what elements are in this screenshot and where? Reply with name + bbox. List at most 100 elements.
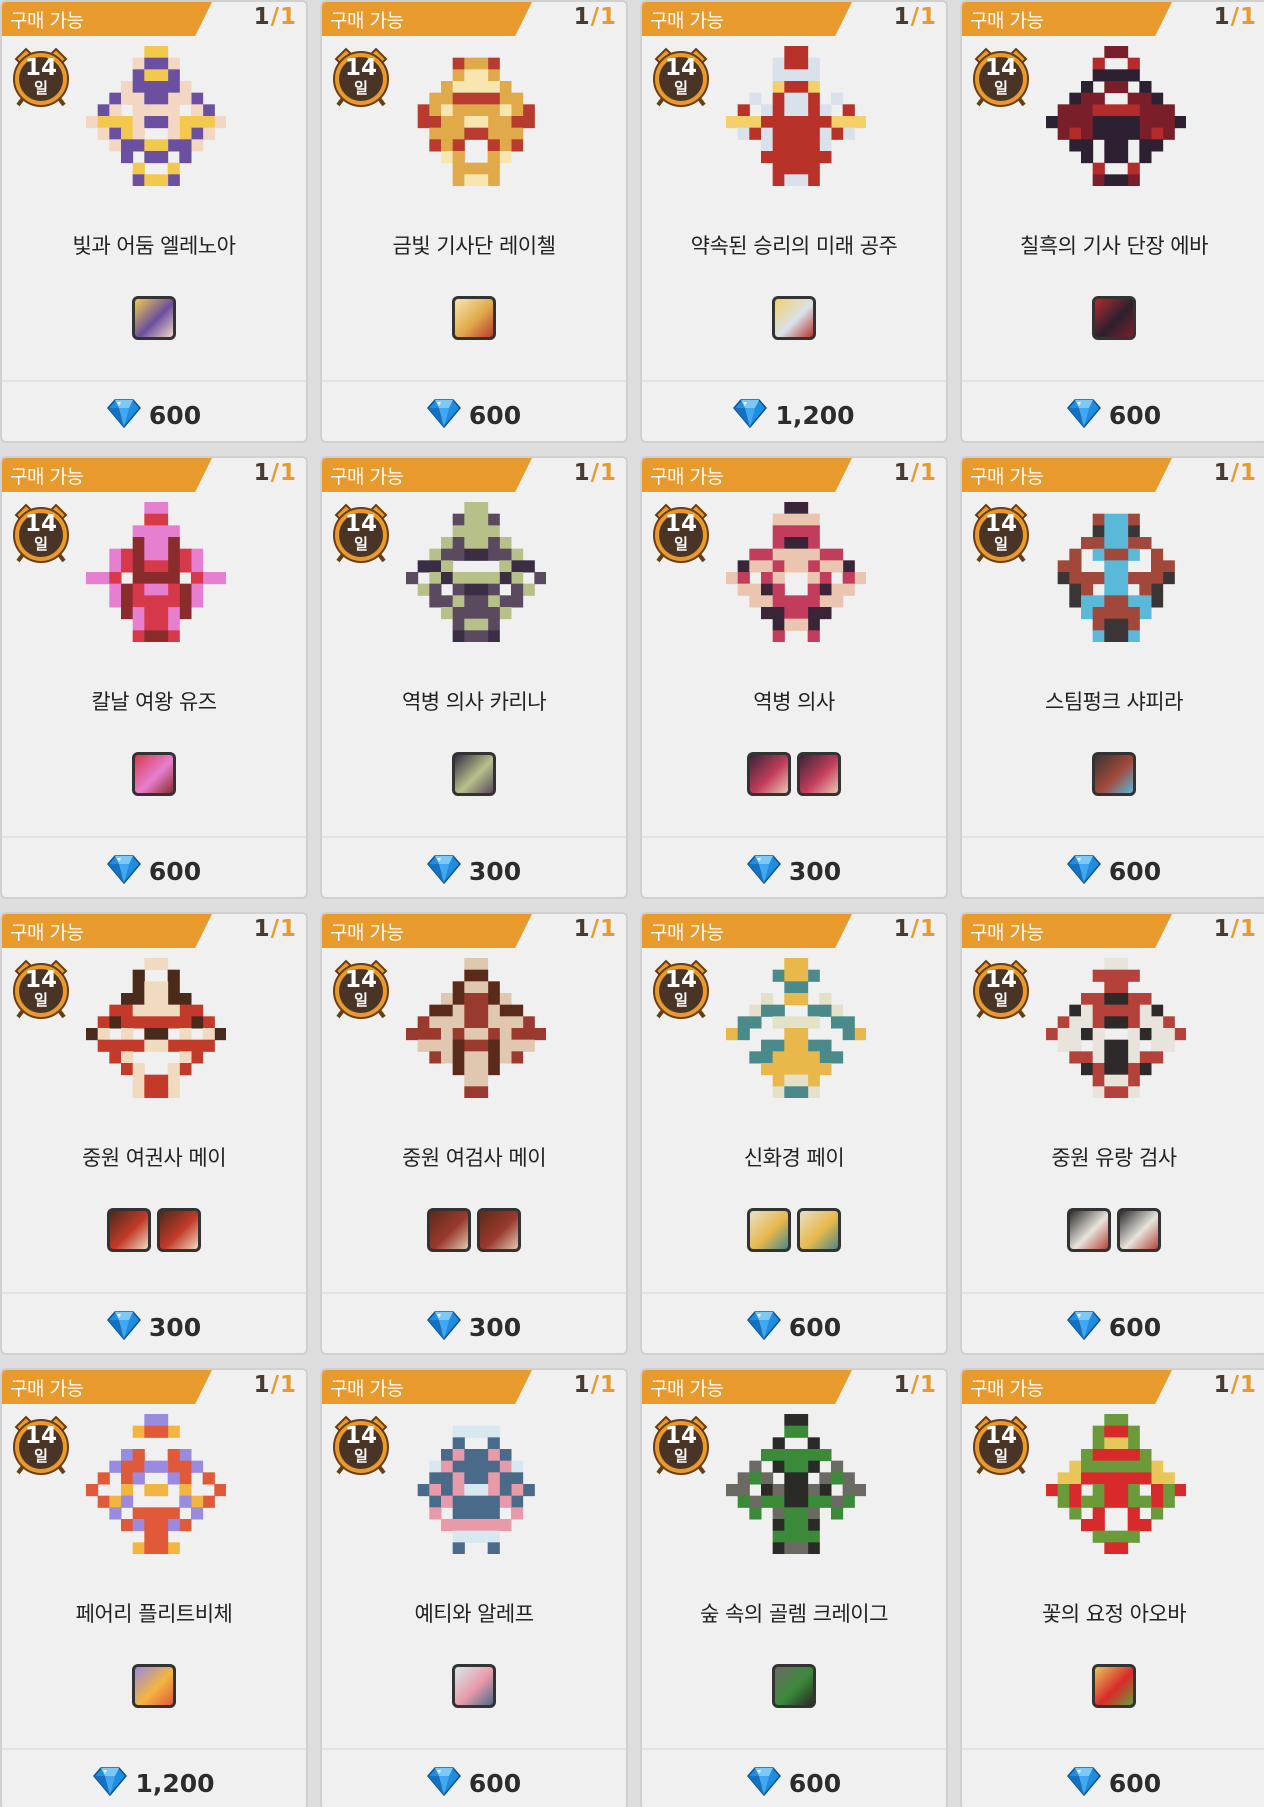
- stock-counter: 1/1: [254, 4, 296, 30]
- divider: [642, 836, 946, 838]
- item-name: 중원 여권사 메이: [81, 1146, 227, 1170]
- hero-thumbnail-icon[interactable]: [1092, 296, 1136, 340]
- character-portrait: [86, 502, 227, 643]
- shop-item-card-2[interactable]: 구매 가능 1/1 14 일 금빛 기사단 레이첼 600: [320, 0, 628, 443]
- hero-thumbnail-icon[interactable]: [132, 1664, 176, 1708]
- divider: [642, 1748, 946, 1750]
- hero-thumbnail-icon[interactable]: [797, 752, 841, 796]
- shop-item-card-9[interactable]: 구매 가능 1/1 14 일 중원 여권사 메이 300: [0, 912, 308, 1355]
- shop-item-card-16[interactable]: 구매 가능 1/1 14 일 꽃의 요정 아오바 600: [960, 1368, 1264, 1807]
- duration-unit: 일: [34, 991, 48, 1009]
- shop-grid: 구매 가능 1/1 14 일 빛과 어둠 엘레노아 600 구매 가능 1/1 …: [0, 0, 1264, 1807]
- divider: [2, 1748, 306, 1750]
- item-name: 칼날 여왕 유즈: [91, 690, 217, 714]
- stock-current: 1: [893, 460, 910, 486]
- divider: [642, 380, 946, 382]
- hero-thumbnail-icon[interactable]: [1092, 1664, 1136, 1708]
- hero-thumbnail-icon[interactable]: [132, 296, 176, 340]
- hero-thumbnail-icon[interactable]: [1117, 1208, 1161, 1252]
- character-sprite: [86, 958, 227, 1099]
- price-row[interactable]: 600: [962, 846, 1264, 896]
- price-row[interactable]: 300: [322, 846, 626, 896]
- shop-item-card-14[interactable]: 구매 가능 1/1 14 일 예티와 알레프 600: [320, 1368, 628, 1807]
- hero-thumbnail-icon[interactable]: [427, 1208, 471, 1252]
- price-row[interactable]: 300: [2, 1302, 306, 1352]
- hero-thumbnail-icon[interactable]: [797, 1208, 841, 1252]
- duration-unit: 일: [354, 79, 368, 97]
- hero-thumbnail-icon[interactable]: [157, 1208, 201, 1252]
- stock-counter: 1/1: [1214, 4, 1256, 30]
- hero-icon-row: [322, 296, 626, 342]
- hero-thumbnail-icon[interactable]: [132, 752, 176, 796]
- stock-max: 1: [1239, 916, 1256, 942]
- shop-item-card-13[interactable]: 구매 가능 1/1 14 일 페어리 플리트비체 1,200: [0, 1368, 308, 1807]
- price-row[interactable]: 1,200: [2, 1758, 306, 1807]
- price-row[interactable]: 600: [322, 390, 626, 440]
- duration-value: 14: [24, 1423, 57, 1449]
- status-banner: 구매 가능: [2, 914, 212, 948]
- hero-thumbnail-icon[interactable]: [477, 1208, 521, 1252]
- shop-item-card-4[interactable]: 구매 가능 1/1 14 일 칠흑의 기사 단장 에바 600: [960, 0, 1264, 443]
- shop-item-card-1[interactable]: 구매 가능 1/1 14 일 빛과 어둠 엘레노아 600: [0, 0, 308, 443]
- shop-item-card-15[interactable]: 구매 가능 1/1 14 일 숲 속의 골렘 크레이그 600: [640, 1368, 948, 1807]
- shop-item-card-10[interactable]: 구매 가능 1/1 14 일 중원 여검사 메이 300: [320, 912, 628, 1355]
- stock-separator: /: [270, 460, 279, 486]
- price-row[interactable]: 300: [642, 846, 946, 896]
- price-row[interactable]: 1,200: [642, 390, 946, 440]
- price-row[interactable]: 600: [642, 1758, 946, 1807]
- divider: [962, 836, 1264, 838]
- shop-item-card-12[interactable]: 구매 가능 1/1 14 일 중원 유랑 검사 600: [960, 912, 1264, 1355]
- shop-item-card-3[interactable]: 구매 가능 1/1 14 일 약속된 승리의 미래 공주 1,200: [640, 0, 948, 443]
- character-portrait: [406, 1414, 546, 1555]
- hero-thumbnail-icon[interactable]: [747, 752, 791, 796]
- price-row[interactable]: 600: [322, 1758, 626, 1807]
- price-row[interactable]: 600: [642, 1302, 946, 1352]
- hero-thumbnail-icon[interactable]: [452, 1664, 496, 1708]
- blue-gem-icon: [1066, 1766, 1101, 1800]
- stock-max: 1: [599, 4, 616, 30]
- hero-thumbnail-icon[interactable]: [747, 1208, 791, 1252]
- hero-thumbnail-icon[interactable]: [772, 296, 816, 340]
- stock-max: 1: [1239, 4, 1256, 30]
- shop-item-card-6[interactable]: 구매 가능 1/1 14 일 역병 의사 카리나 300: [320, 456, 628, 899]
- price-row[interactable]: 600: [962, 1302, 1264, 1352]
- hero-thumbnail-icon[interactable]: [107, 1208, 151, 1252]
- stock-current: 1: [1213, 1372, 1230, 1398]
- shop-item-card-8[interactable]: 구매 가능 1/1 14 일 스팀펑크 샤피라 600: [960, 456, 1264, 899]
- price-row[interactable]: 600: [962, 390, 1264, 440]
- character-portrait: [406, 502, 547, 643]
- stock-max: 1: [599, 460, 616, 486]
- price-row[interactable]: 300: [322, 1302, 626, 1352]
- duration-value: 14: [984, 55, 1017, 81]
- status-label: 구매 가능: [10, 1378, 84, 1400]
- item-name: 꽃의 요정 아오바: [1041, 1602, 1187, 1626]
- hero-thumbnail-icon[interactable]: [1092, 752, 1136, 796]
- shop-item-card-11[interactable]: 구매 가능 1/1 14 일 신화경 페이 600: [640, 912, 948, 1355]
- hero-thumbnail-icon[interactable]: [772, 1664, 816, 1708]
- status-label: 구매 가능: [970, 466, 1044, 488]
- status-label: 구매 가능: [970, 922, 1044, 944]
- stock-counter: 1/1: [894, 460, 936, 486]
- status-banner: 구매 가능: [2, 1370, 212, 1404]
- item-name: 역병 의사: [753, 690, 835, 714]
- status-banner: 구매 가능: [2, 2, 212, 36]
- character-portrait: [86, 46, 227, 187]
- price-row[interactable]: 600: [2, 846, 306, 896]
- hero-icon-row: [2, 752, 306, 798]
- price-row[interactable]: 600: [2, 390, 306, 440]
- character-sprite: [406, 502, 547, 643]
- duration-unit: 일: [354, 535, 368, 553]
- stock-max: 1: [919, 1372, 936, 1398]
- hero-thumbnail-icon[interactable]: [452, 752, 496, 796]
- character-portrait: [406, 958, 547, 1099]
- price-row[interactable]: 600: [962, 1758, 1264, 1807]
- duration-unit: 일: [674, 1447, 688, 1465]
- hero-thumbnail-icon[interactable]: [452, 296, 496, 340]
- status-label: 구매 가능: [330, 466, 404, 488]
- hero-thumbnail-icon[interactable]: [1067, 1208, 1111, 1252]
- duration-value: 14: [344, 967, 377, 993]
- alarm-clock-icon: 14 일: [330, 45, 392, 109]
- shop-item-card-5[interactable]: 구매 가능 1/1 14 일 칼날 여왕 유즈 600: [0, 456, 308, 899]
- shop-item-card-7[interactable]: 구매 가능 1/1 14 일 역병 의사 300: [640, 456, 948, 899]
- hero-icon-row: [962, 1664, 1264, 1710]
